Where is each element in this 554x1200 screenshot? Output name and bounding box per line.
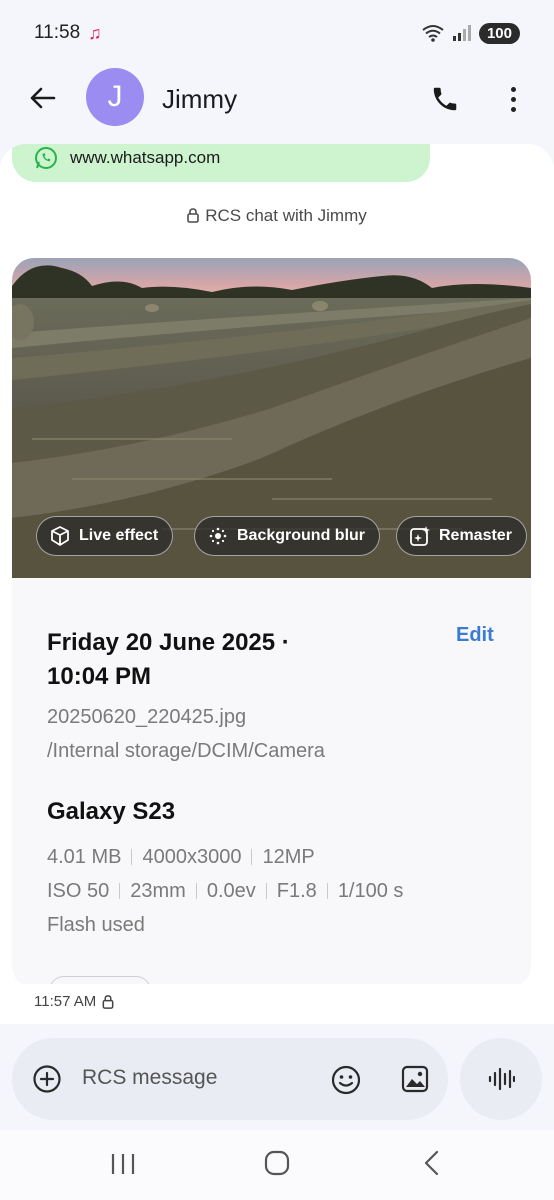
timestamp-text: 11:57 AM [34,993,97,1010]
file-path: /Internal storage/DCIM/Camera [47,740,325,762]
home-icon[interactable] [264,1150,290,1176]
megapixels: 12MP [262,846,315,868]
file-size: 4.01 MB [47,846,122,868]
remaster-chip[interactable]: Remaster [396,516,527,556]
status-bar: 11:58 ♫ 100 [0,0,554,66]
photo-time-line: 10:04 PM [47,663,152,690]
gallery-icon[interactable] [400,1064,430,1094]
wifi-icon [422,25,444,42]
spec-row: 4.01 MB 4000x3000 12MP [47,840,403,874]
edit-button[interactable]: Edit [456,624,494,647]
signal-icon [452,25,471,41]
live-effect-label: Live effect [79,527,159,544]
conversation-header: J Jimmy [0,66,554,132]
message-input[interactable]: RCS message [82,1066,217,1090]
more-dot-icon [510,106,516,112]
message-timestamp: 11:57 AM [34,993,114,1010]
system-back-icon[interactable] [422,1150,442,1176]
link-text[interactable]: www.whatsapp.com [70,148,220,168]
whatsapp-icon [35,147,57,169]
link-message-bubble[interactable]: www.whatsapp.com [12,144,430,182]
iso: ISO 50 [47,880,110,902]
spec-row: ISO 50 23mm 0.0ev F1.8 1/100 s [47,874,403,908]
arrow-left-icon [30,87,56,109]
divider [195,883,197,899]
divider [265,883,267,899]
divider [251,849,253,865]
divider [131,849,133,865]
voice-message-button[interactable] [460,1038,542,1120]
photo-specs: 4.01 MB 4000x3000 12MP ISO 50 23mm 0.0ev… [47,840,403,942]
more-dot-icon [510,96,516,102]
flash-status: Flash used [47,914,145,936]
phone-icon [433,87,457,111]
message-list[interactable]: www.whatsapp.com RCS chat with Jimmy Liv… [0,144,554,1024]
photo-date-line: Friday 20 June 2025 · [47,629,290,656]
emoji-icon[interactable] [330,1064,362,1096]
background-blur-label: Background blur [237,527,366,544]
photo-details-card: Friday 20 June 2025 · 10:04 PM Edit 2025… [12,578,531,1006]
status-time: 11:58 [34,22,81,43]
add-circle-icon[interactable] [32,1064,62,1094]
photo-message[interactable]: Live effect Background blur Remaster [12,258,531,578]
avatar[interactable]: J [86,68,144,126]
aperture: F1.8 [276,880,317,902]
rcs-chat-label: RCS chat with Jimmy [0,206,554,226]
resolution: 4000x3000 [142,846,242,868]
background-blur-chip[interactable]: Background blur [194,516,381,556]
focal-length: 23mm [130,880,186,902]
system-navigation-bar [0,1130,554,1200]
file-location: 20250620_220425.jpg /Internal storage/DC… [47,700,325,768]
battery-indicator: 100 [478,22,520,44]
live-effect-chip[interactable]: Live effect [36,516,174,556]
recent-apps-icon[interactable] [110,1152,136,1176]
sparkle-frame-icon [410,526,430,546]
remaster-label: Remaster [439,527,512,544]
device-name: Galaxy S23 [47,798,176,825]
photo-date: Friday 20 June 2025 · 10:04 PM [47,626,347,694]
shutter-speed: 1/100 s [337,880,404,902]
cube-icon [51,526,69,546]
exposure-value: 0.0ev [206,880,256,902]
file-name: 20250620_220425.jpg [47,706,247,728]
divider [119,883,121,899]
rcs-chat-text: RCS chat with Jimmy [205,206,367,225]
call-button[interactable] [426,80,464,118]
waveform-icon [488,1067,515,1091]
message-composer: RCS message [12,1038,448,1120]
blur-dots-icon [209,527,227,545]
status-icons: 100 [421,22,520,44]
back-button[interactable] [24,80,60,116]
lock-icon [102,994,114,1009]
more-options-button[interactable] [498,80,528,118]
tiktok-notification-icon: ♫ [88,22,102,43]
avatar-initial: J [107,80,123,113]
contact-name[interactable]: Jimmy [162,84,237,115]
lock-icon [187,208,200,223]
spec-row: Flash used [47,908,403,942]
more-dot-icon [510,86,516,92]
divider [326,883,328,899]
